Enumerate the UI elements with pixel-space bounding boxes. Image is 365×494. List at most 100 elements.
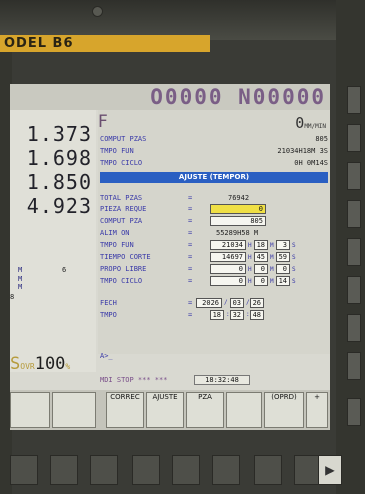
feed-suffix: % — [65, 362, 71, 371]
time-minute-field[interactable]: 32 — [230, 310, 244, 320]
equals: = — [188, 311, 193, 319]
softkey-next[interactable]: + — [306, 392, 328, 428]
unit-h: H — [248, 266, 252, 273]
hours-field[interactable]: 14697 — [210, 252, 246, 262]
equals: = — [188, 241, 193, 249]
time-second-field[interactable]: 48 — [250, 310, 264, 320]
position-value: 1.373 — [26, 122, 92, 146]
feed-rate: 0MM/MIN — [295, 114, 326, 132]
label: FECH — [100, 299, 117, 307]
date-day-field[interactable]: 26 — [250, 298, 264, 308]
hard-key[interactable] — [90, 455, 118, 485]
hard-key[interactable] — [10, 455, 38, 485]
seconds-field[interactable]: 14 — [276, 276, 290, 286]
side-key[interactable] — [347, 200, 361, 228]
hard-key[interactable] — [132, 455, 160, 485]
side-key[interactable] — [347, 162, 361, 190]
position-value: 1.850 — [26, 170, 92, 194]
date-sep: / — [224, 299, 228, 306]
softkey-ajuste[interactable]: AJUSTE — [146, 392, 184, 428]
value: 21034H18M 3S — [277, 147, 328, 155]
seconds-field[interactable]: 0 — [276, 264, 290, 274]
command-line[interactable]: A>_ — [98, 352, 330, 364]
label: TMPO CICLO — [100, 159, 143, 167]
minutes-field[interactable]: 0 — [254, 276, 268, 286]
modal-row: M — [18, 275, 23, 283]
equals: = — [188, 299, 193, 307]
seconds-field[interactable]: 3 — [276, 240, 290, 250]
unit-s: S — [292, 278, 296, 285]
equals: = — [188, 194, 193, 202]
label: PROPO LIBRE — [100, 265, 147, 273]
model-label: ODEL B6 — [0, 35, 210, 52]
hours-field[interactable]: 0 — [210, 276, 246, 286]
hard-key[interactable] — [50, 455, 78, 485]
minutes-field[interactable]: 45 — [254, 252, 268, 262]
mode-indicator: MDI STOP *** *** — [100, 376, 168, 384]
unit-m: M — [270, 254, 274, 261]
equals: = — [188, 205, 193, 213]
modal-row: M — [18, 266, 23, 274]
spindle-override: SOVR100% — [10, 354, 70, 374]
unit-m: M — [270, 242, 274, 249]
equals: = — [188, 229, 193, 237]
softkey-oprd[interactable]: (OPRD) — [264, 392, 304, 428]
unit-h: H — [248, 242, 252, 249]
bezel-top — [0, 0, 365, 40]
label: TMPO CICLO — [100, 277, 143, 285]
unit-h: H — [248, 254, 252, 261]
required-pieces-field[interactable]: 0 — [210, 204, 266, 214]
cnc-screen: O0000 N00000 1.373 1.698 1.850 4.923 M 6… — [10, 84, 330, 430]
side-key[interactable] — [347, 276, 361, 304]
label: TIEMPO CORTE — [100, 253, 151, 261]
position-value: 4.923 — [26, 194, 92, 218]
program-number: O0000 N00000 — [10, 84, 330, 110]
label: ALIM ON — [100, 229, 130, 237]
minutes-field[interactable]: 18 — [254, 240, 268, 250]
modal-row: M — [18, 283, 23, 291]
side-key[interactable] — [347, 86, 361, 114]
softkey-pza[interactable]: PZA — [186, 392, 224, 428]
minutes-field[interactable]: 0 — [254, 264, 268, 274]
side-key[interactable] — [347, 352, 361, 380]
unit-s: S — [292, 266, 296, 273]
side-key[interactable] — [347, 398, 361, 426]
softkey[interactable] — [52, 392, 96, 428]
label: COMPUT PZA — [100, 217, 143, 225]
softkey-correc[interactable]: CORREC — [106, 392, 144, 428]
hard-key[interactable] — [254, 455, 282, 485]
hours-field[interactable]: 21034 — [210, 240, 246, 250]
side-key[interactable] — [347, 314, 361, 342]
softkey[interactable] — [10, 392, 50, 428]
equals: = — [188, 265, 193, 273]
value: 55289H58 M — [216, 229, 259, 237]
feed-ovr: OVR — [20, 362, 35, 371]
softkey[interactable] — [226, 392, 262, 428]
unit-m: M — [270, 278, 274, 285]
modal-row: 6 — [62, 266, 67, 274]
date-month-field[interactable]: 03 — [230, 298, 244, 308]
label: PIEZA REQUE — [100, 205, 147, 213]
seconds-field[interactable]: 59 — [276, 252, 290, 262]
date-year-field[interactable]: 2026 — [196, 298, 222, 308]
feed-value: 100 — [34, 354, 66, 374]
screw — [92, 6, 103, 17]
unit-s: S — [292, 242, 296, 249]
equals: = — [188, 253, 193, 261]
clock: 18:32:48 — [194, 375, 250, 385]
modal-row: 8 — [10, 293, 15, 301]
hard-key[interactable] — [212, 455, 240, 485]
side-key[interactable] — [347, 238, 361, 266]
setting-panel: F 0MM/MIN COMPUT PZAS 805 TMPO FUN 21034… — [98, 110, 330, 354]
hours-field[interactable]: 0 — [210, 264, 246, 274]
next-page-icon[interactable]: ▶ — [318, 455, 342, 485]
part-count-field[interactable]: 805 — [210, 216, 266, 226]
value: 76942 — [228, 194, 250, 202]
hard-key[interactable] — [172, 455, 200, 485]
unit-h: H — [248, 278, 252, 285]
unit-s: S — [292, 254, 296, 261]
status-bar: MDI STOP *** *** 18:32:48 — [98, 374, 330, 386]
side-key[interactable] — [347, 124, 361, 152]
time-hour-field[interactable]: 18 — [210, 310, 224, 320]
feed-prefix: S — [10, 354, 21, 374]
